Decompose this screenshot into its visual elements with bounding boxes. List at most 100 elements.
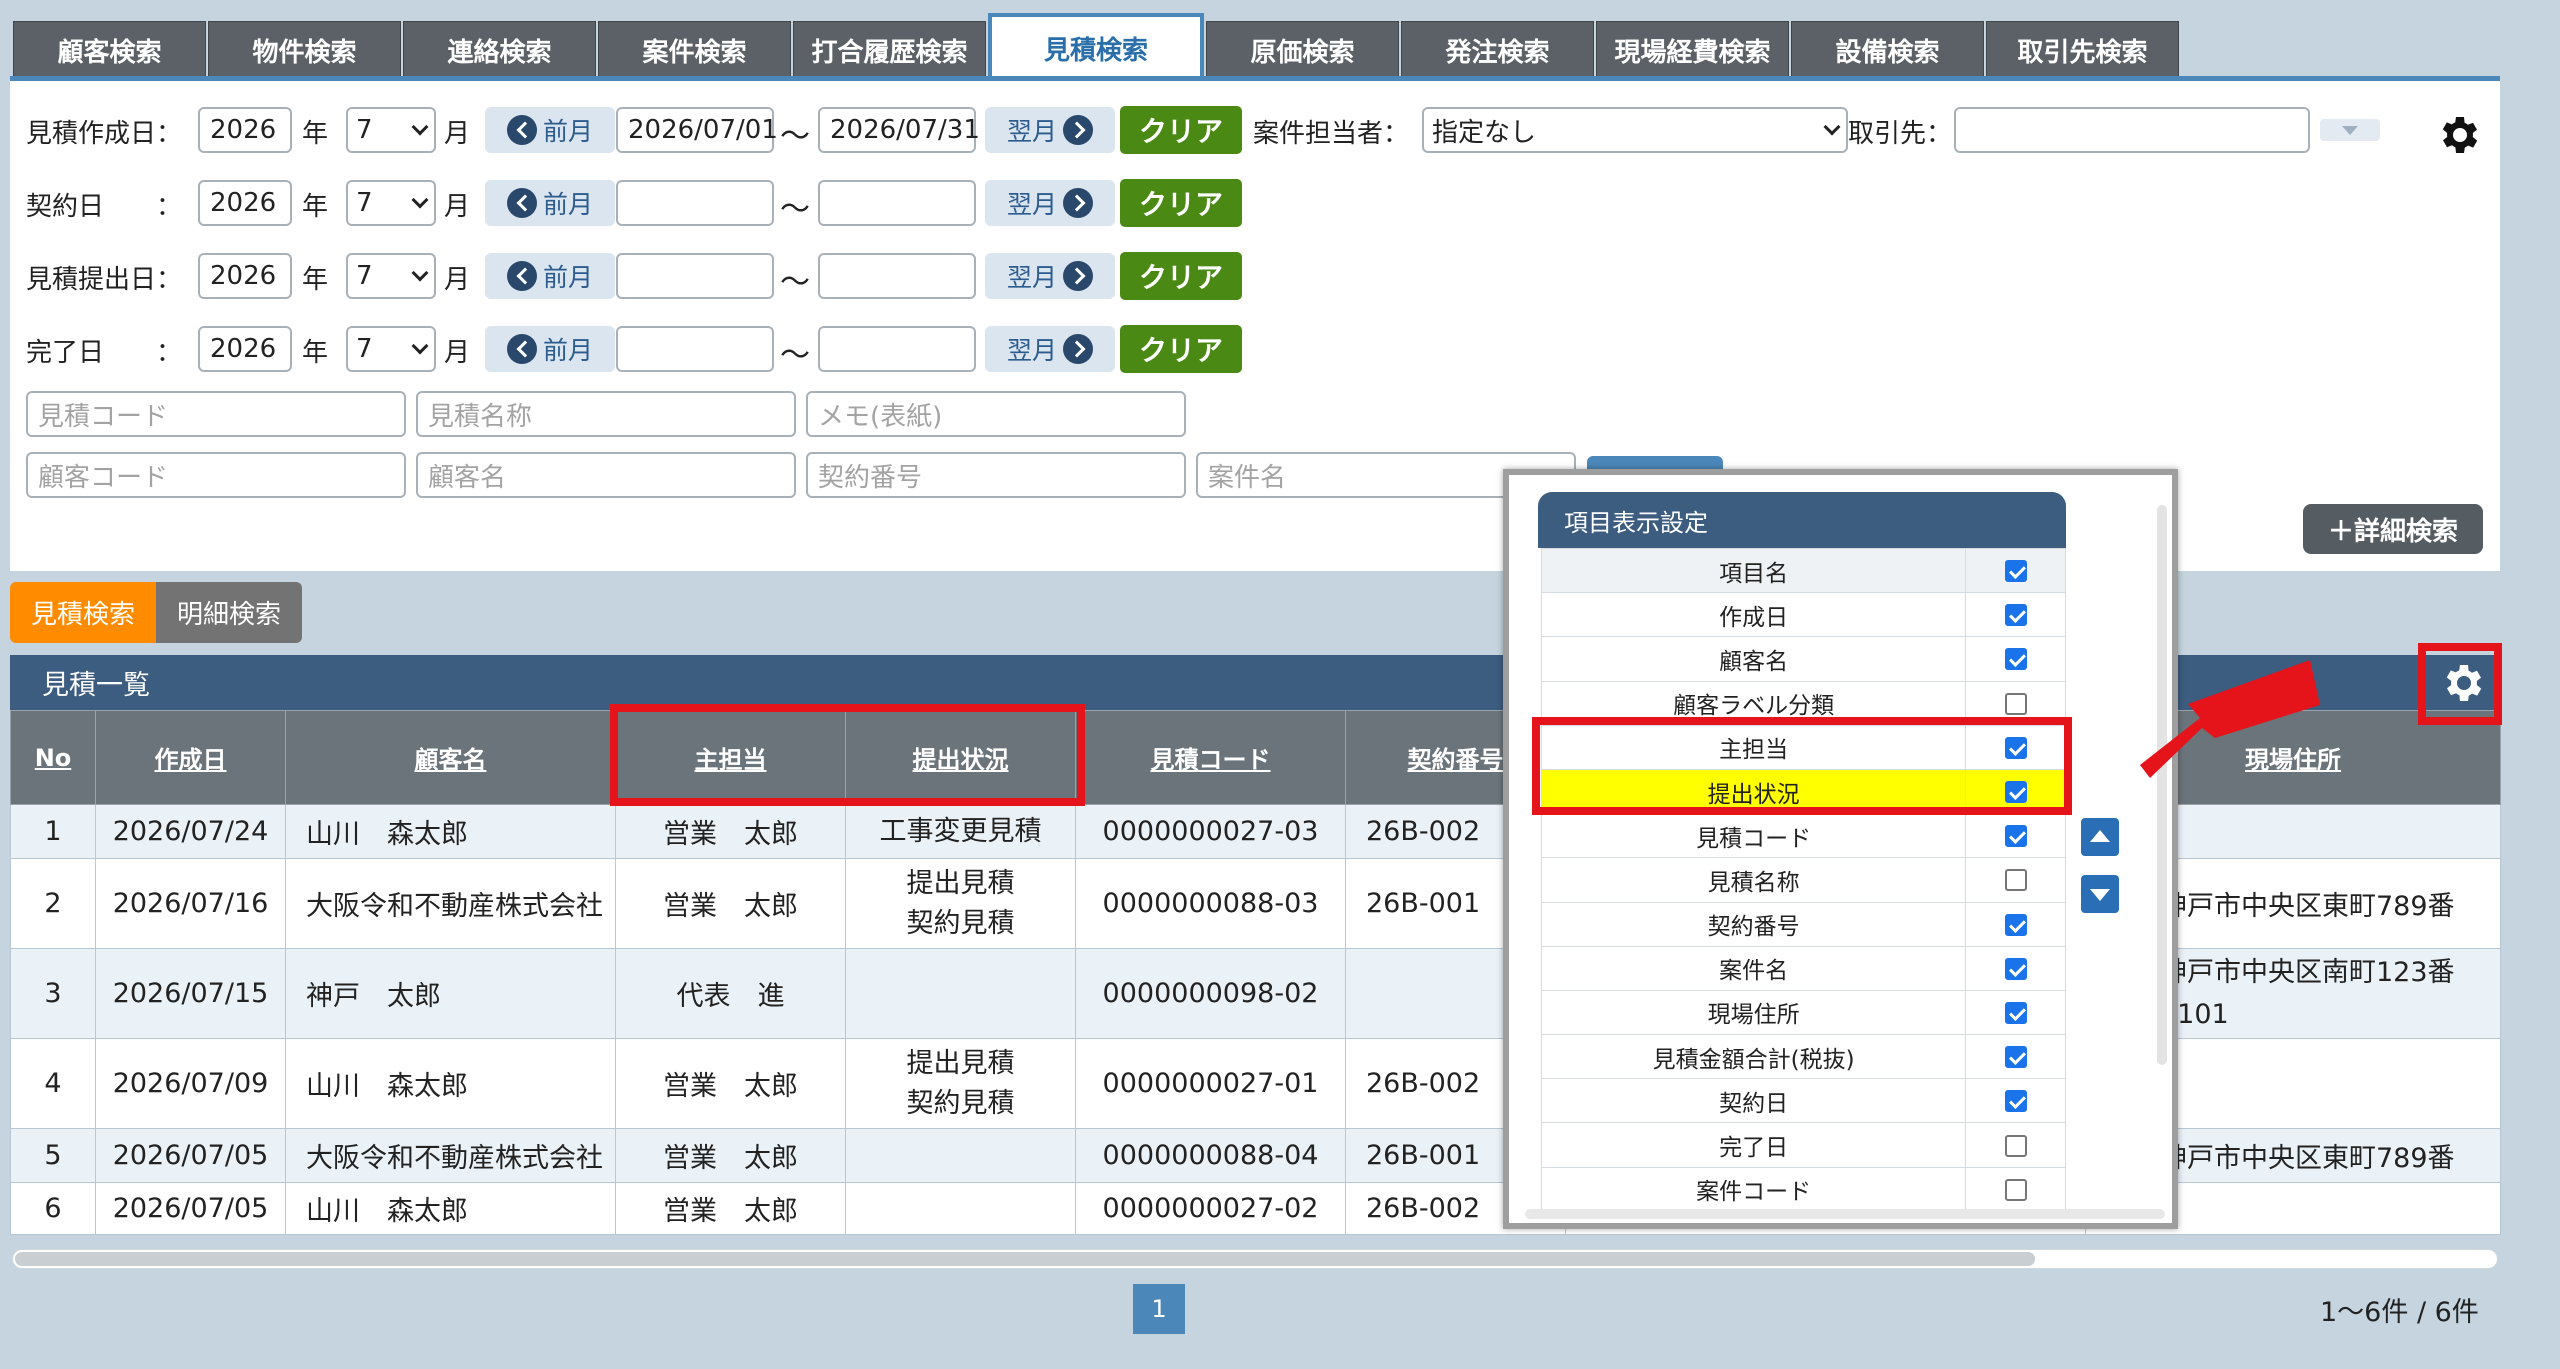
checkbox[interactable] <box>2004 869 2027 892</box>
move-up-icon[interactable] <box>2081 818 2119 856</box>
checkbox[interactable] <box>2004 1090 2027 1113</box>
column-setting-row[interactable]: 現場住所 <box>1540 989 2066 1036</box>
checkbox[interactable] <box>2004 1178 2027 1201</box>
submit-date-to-input[interactable] <box>818 253 976 299</box>
completion-date-to-input[interactable] <box>818 326 976 372</box>
column-setting-row[interactable]: 見積金額合計(税抜) <box>1540 1034 2066 1080</box>
clear-button[interactable]: クリア <box>1120 325 1242 373</box>
chevron-left-icon <box>506 188 537 218</box>
clear-button[interactable]: クリア <box>1120 252 1242 300</box>
tab-equipment-search[interactable]: 設備検索 <box>1791 21 1984 80</box>
checkbox[interactable] <box>2004 692 2027 715</box>
checkbox[interactable] <box>2004 648 2027 671</box>
tab-estimate-search[interactable]: 見積検索 <box>988 13 1204 79</box>
checkbox[interactable] <box>2004 825 2027 848</box>
next-month-button[interactable]: 翌月 <box>985 180 1115 226</box>
completion-date-from-input[interactable] <box>616 326 774 372</box>
move-down-icon[interactable] <box>2081 875 2119 913</box>
detail-search-button[interactable]: ＋詳細検索 <box>2303 504 2483 554</box>
manager-select[interactable]: 指定なし <box>1422 107 1848 153</box>
tab-property-search[interactable]: 物件検索 <box>208 21 401 80</box>
contract-date-month-select[interactable]: 7 <box>346 180 436 226</box>
tab-cost-search[interactable]: 原価検索 <box>1206 21 1399 80</box>
column-setting-row[interactable]: 完了日 <box>1540 1122 2066 1168</box>
checkbox[interactable] <box>2004 1046 2027 1069</box>
completion-date-year-input[interactable]: 2026 <box>198 326 292 372</box>
popup-horizontal-scrollbar[interactable] <box>1525 1209 2165 1219</box>
estimate-name-input[interactable]: 見積名称 <box>416 391 796 437</box>
checkbox[interactable] <box>2004 560 2027 583</box>
gear-icon[interactable] <box>2434 111 2482 159</box>
subtab-estimate-search[interactable]: 見積検索 <box>10 582 156 643</box>
completion-date-month-select[interactable]: 7 <box>346 326 436 372</box>
submit-date-from-input[interactable] <box>616 253 774 299</box>
horizontal-scrollbar[interactable] <box>12 1249 2498 1269</box>
column-setting-row[interactable]: 作成日 <box>1540 592 2066 638</box>
estimate-code-input[interactable]: 見積コード <box>26 391 406 437</box>
column-setting-row[interactable]: 契約日 <box>1540 1078 2066 1124</box>
tab-bar: 顧客検索 物件検索 連絡検索 案件検索 打合履歴検索 見積検索 原価検索 発注検… <box>13 13 2181 80</box>
submit-date-month-select[interactable]: 7 <box>346 253 436 299</box>
column-header-customer[interactable]: 顧客名 <box>285 710 616 805</box>
month-unit-label: 月 <box>444 119 471 149</box>
checkbox[interactable] <box>2004 957 2027 980</box>
clear-button[interactable]: クリア <box>1120 179 1242 227</box>
column-setting-row[interactable]: 見積コード <box>1540 813 2066 859</box>
estimate-date-month-select[interactable]: 7 <box>346 107 436 153</box>
tab-project-search[interactable]: 案件検索 <box>598 21 791 80</box>
popup-title: 項目表示設定 <box>1538 492 2066 548</box>
subtab-detail-search[interactable]: 明細検索 <box>156 582 302 643</box>
chevron-down-icon <box>411 118 429 136</box>
tab-contact-search[interactable]: 連絡検索 <box>403 21 596 80</box>
estimate-date-year-input[interactable]: 2026 <box>198 107 292 153</box>
chevron-left-icon <box>506 261 537 291</box>
contract-date-to-input[interactable] <box>818 180 976 226</box>
customer-name-input[interactable]: 顧客名 <box>416 452 796 498</box>
column-settings-popup: 項目表示設定 項目名 作成日 顧客名 顧客ラベル分類 主担当 提出状況 見積コー… <box>1503 469 2178 1229</box>
list-title: 見積一覧 <box>42 670 150 701</box>
tab-meeting-history-search[interactable]: 打合履歴検索 <box>793 21 986 80</box>
checkbox[interactable] <box>2004 913 2027 936</box>
chevron-right-icon <box>1063 261 1093 291</box>
column-setting-row[interactable]: 契約番号 <box>1540 901 2066 947</box>
checkbox[interactable] <box>2004 1001 2027 1024</box>
chevron-down-icon <box>1823 118 1841 136</box>
next-month-button[interactable]: 翌月 <box>985 326 1115 372</box>
scroll-thumb[interactable] <box>15 1252 2035 1266</box>
clear-button[interactable]: クリア <box>1120 106 1242 154</box>
column-setting-row[interactable]: 案件名 <box>1540 945 2066 991</box>
column-header-no[interactable]: No <box>10 710 96 805</box>
next-month-button[interactable]: 翌月 <box>985 253 1115 299</box>
estimate-date-to-input[interactable]: 2026/07/31 <box>818 107 980 153</box>
estimate-date-from-input[interactable]: 2026/07/01 <box>616 107 778 153</box>
partner-input[interactable] <box>1954 107 2310 153</box>
year-unit-label: 年 <box>302 192 329 222</box>
page-1-button[interactable]: 1 <box>1133 1284 1185 1334</box>
tab-partner-search[interactable]: 取引先検索 <box>1986 21 2179 80</box>
contract-number-input[interactable]: 契約番号 <box>806 452 1186 498</box>
checkbox[interactable] <box>2004 1134 2027 1157</box>
memo-input[interactable]: メモ(表紙) <box>806 391 1186 437</box>
submit-date-year-input[interactable]: 2026 <box>198 253 292 299</box>
column-setting-row[interactable]: 見積名称 <box>1540 857 2066 903</box>
chevron-right-icon <box>1063 115 1093 145</box>
tab-order-search[interactable]: 発注検索 <box>1401 21 1594 80</box>
chevron-left-icon <box>506 115 537 145</box>
next-month-button[interactable]: 翌月 <box>985 107 1115 153</box>
checkbox[interactable] <box>2004 604 2027 627</box>
prev-month-button[interactable]: 前月 <box>485 107 615 153</box>
column-setting-row[interactable]: 顧客名 <box>1540 636 2066 682</box>
column-header-estimate-code[interactable]: 見積コード <box>1075 710 1346 805</box>
partner-dropdown-button[interactable] <box>2320 119 2380 141</box>
prev-month-button[interactable]: 前月 <box>485 253 615 299</box>
tab-customer-search[interactable]: 顧客検索 <box>13 21 206 80</box>
column-header-created-date[interactable]: 作成日 <box>95 710 286 805</box>
tab-site-expense-search[interactable]: 現場経費検索 <box>1596 21 1789 80</box>
prev-month-button[interactable]: 前月 <box>485 326 615 372</box>
prev-month-button[interactable]: 前月 <box>485 180 615 226</box>
column-setting-row[interactable]: 案件コード <box>1540 1166 2066 1212</box>
contract-date-from-input[interactable] <box>616 180 774 226</box>
chevron-down-icon <box>411 337 429 355</box>
contract-date-year-input[interactable]: 2026 <box>198 180 292 226</box>
customer-code-input[interactable]: 顧客コード <box>26 452 406 498</box>
